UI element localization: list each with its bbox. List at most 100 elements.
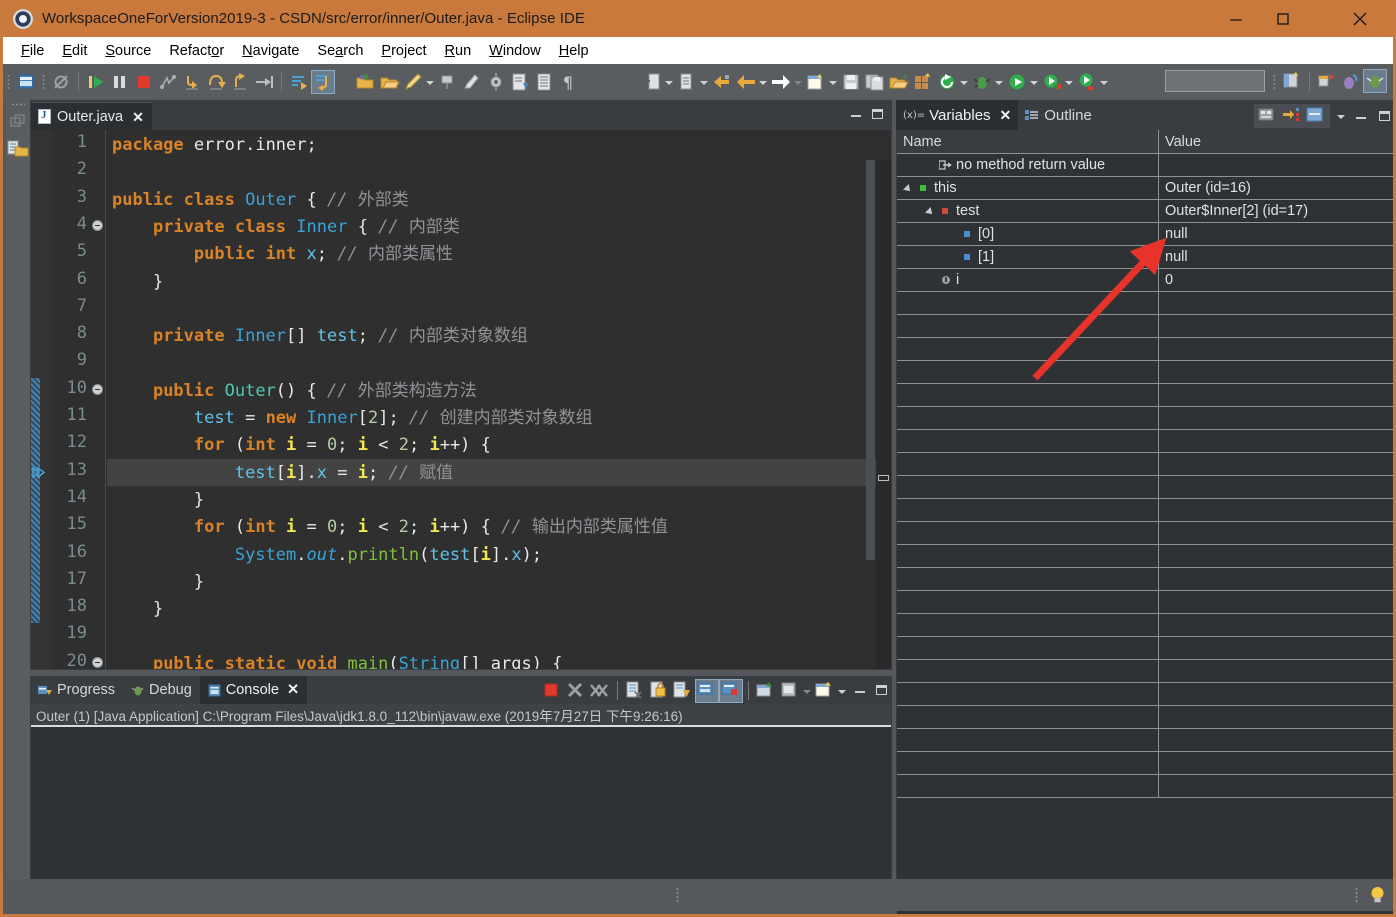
next-annotation-icon[interactable] [509, 71, 531, 93]
variables-row[interactable] [897, 614, 1393, 637]
variables-row[interactable] [897, 591, 1393, 614]
run-last-dropdown-arrow-icon[interactable] [1099, 71, 1110, 93]
variable-name-cell[interactable] [897, 361, 1159, 383]
variable-name-cell[interactable] [897, 453, 1159, 475]
show-whitespace-icon[interactable] [533, 71, 555, 93]
variables-row[interactable] [897, 568, 1393, 591]
remove-launch-icon[interactable] [565, 680, 587, 702]
variable-value-cell[interactable] [1159, 775, 1393, 797]
tab-console-close-icon[interactable]: ✕ [287, 682, 299, 698]
code-line[interactable]: private Inner[] test; // 内部类对象数组 [112, 323, 528, 350]
console-minimize-button[interactable] [854, 684, 867, 697]
coverage-dropdown-arrow-icon[interactable] [1064, 71, 1075, 93]
coverage-icon[interactable] [1041, 71, 1063, 93]
variable-name-cell[interactable]: [0] [897, 223, 1159, 245]
variable-name-cell[interactable] [897, 522, 1159, 544]
tab-progress[interactable]: Progress [30, 676, 123, 704]
variables-row[interactable]: i0 [897, 269, 1393, 292]
toggle-mark-occurrences-icon[interactable] [437, 71, 459, 93]
tab-debug[interactable]: Debug [123, 676, 200, 704]
minimize-button[interactable] [1213, 0, 1259, 37]
variables-row[interactable] [897, 315, 1393, 338]
package-explorer-icon[interactable] [7, 138, 29, 160]
variable-value-cell[interactable] [1159, 568, 1393, 590]
save-all-icon[interactable] [864, 71, 886, 93]
java-perspective-icon[interactable] [1316, 70, 1338, 92]
terminate-icon[interactable] [133, 71, 155, 93]
variable-name-cell[interactable] [897, 545, 1159, 567]
folding-collapse-icon[interactable] [92, 219, 103, 231]
tab-console[interactable]: Console ✕ [199, 676, 308, 704]
tree-expand-arrow-icon[interactable] [903, 177, 916, 199]
tab-variables-close-icon[interactable]: ✕ [1000, 107, 1012, 124]
debug-as-icon[interactable] [971, 71, 993, 93]
variable-name-cell[interactable] [897, 637, 1159, 659]
menu-item-navigate[interactable]: Navigate [233, 41, 308, 61]
variable-name-cell[interactable] [897, 729, 1159, 751]
editor-overview-ruler[interactable] [876, 160, 891, 669]
variable-value-cell[interactable] [1159, 660, 1393, 682]
scroll-lock-icon[interactable] [648, 680, 670, 702]
variables-row[interactable]: this Outer (id=16) [897, 177, 1393, 200]
variable-value-cell[interactable] [1159, 315, 1393, 337]
debug-perspective-icon[interactable] [1363, 69, 1387, 93]
variable-value-cell[interactable]: Outer (id=16) [1159, 177, 1393, 199]
editor-vertical-scrollbar[interactable] [866, 160, 875, 560]
variables-row[interactable] [897, 522, 1393, 545]
variable-value-cell[interactable] [1159, 614, 1393, 636]
show-detail-pane-icon[interactable] [1305, 105, 1327, 127]
variable-name-cell[interactable] [897, 338, 1159, 360]
variable-name-cell[interactable] [897, 384, 1159, 406]
variables-row[interactable] [897, 545, 1393, 568]
variable-name-cell[interactable]: this [897, 177, 1159, 199]
editor-maximize-button[interactable] [871, 108, 884, 121]
code-line[interactable]: test[i].x = i; // 赋值 [112, 460, 453, 487]
remove-all-launches-icon[interactable] [589, 680, 611, 702]
new-console-view-icon[interactable] [779, 680, 801, 702]
variable-value-cell[interactable]: null [1159, 223, 1393, 245]
variable-name-cell[interactable] [897, 430, 1159, 452]
variables-row[interactable]: no method return value [897, 154, 1393, 177]
column-header-value[interactable]: Value [1159, 130, 1393, 154]
code-line[interactable]: public int x; // 内部类属性 [112, 241, 453, 268]
clear-console-icon[interactable] [624, 680, 646, 702]
open-perspective-icon[interactable] [1281, 70, 1303, 92]
save-icon[interactable] [840, 71, 862, 93]
variables-minimize-button[interactable] [1355, 110, 1368, 123]
run-last-icon[interactable] [1076, 71, 1098, 93]
code-content[interactable]: package error.inner; public class Outer {… [107, 130, 891, 669]
variables-row[interactable] [897, 752, 1393, 775]
export-dropdown-arrow-icon[interactable] [664, 71, 675, 93]
variables-row[interactable] [897, 476, 1393, 499]
drop-to-frame-icon[interactable] [311, 69, 335, 94]
new-wizard-icon[interactable] [15, 71, 37, 93]
variable-name-cell[interactable] [897, 407, 1159, 429]
variable-name-cell[interactable] [897, 292, 1159, 314]
suspend-icon[interactable] [109, 71, 131, 93]
terminate-icon[interactable] [541, 680, 563, 702]
perspective-grip[interactable] [1273, 73, 1276, 89]
restore-icon[interactable] [8, 112, 28, 132]
display-selected-console-icon[interactable] [719, 678, 743, 703]
console-view-dropdown-arrow-icon[interactable] [802, 680, 813, 702]
run-as-icon[interactable] [1006, 71, 1028, 93]
variables-row[interactable] [897, 361, 1393, 384]
new-class-icon[interactable] [912, 71, 934, 93]
java-ee-perspective-icon[interactable] [1340, 70, 1362, 92]
variable-value-cell[interactable] [1159, 292, 1393, 314]
view-menu-icon[interactable] [1336, 105, 1347, 127]
clean-icon[interactable] [461, 71, 483, 93]
folding-collapse-icon[interactable] [92, 383, 103, 395]
variable-value-cell[interactable] [1159, 545, 1393, 567]
menu-item-help[interactable]: Help [550, 41, 598, 61]
import-icon[interactable] [676, 71, 698, 93]
menu-item-file[interactable]: File [12, 41, 53, 61]
status-grip[interactable] [1355, 887, 1358, 903]
open-console-menu-icon[interactable] [814, 680, 836, 702]
variable-value-cell[interactable] [1159, 407, 1393, 429]
column-header-name[interactable]: Name [897, 130, 1159, 154]
console-menu-dropdown-arrow-icon[interactable] [837, 680, 848, 702]
toolbar-grip[interactable] [7, 74, 10, 89]
refresh-icon[interactable] [936, 71, 958, 93]
previous-edit-icon[interactable] [735, 71, 757, 93]
